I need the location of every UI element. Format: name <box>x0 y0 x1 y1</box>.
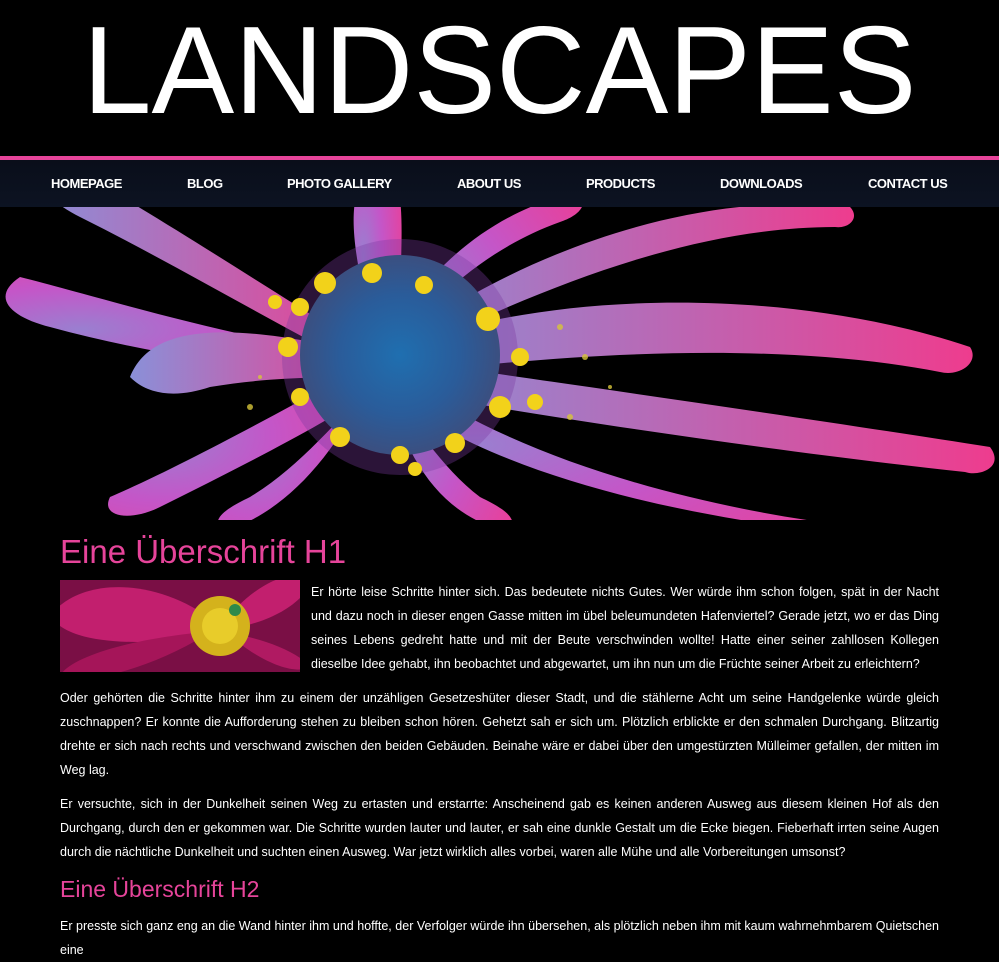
page-heading-h2: Eine Überschrift H2 <box>60 876 260 902</box>
nav-item-products[interactable]: PRODUCTS <box>586 176 720 191</box>
nav-item-homepage[interactable]: HOMEPAGE <box>51 176 187 191</box>
nav-item-about-us[interactable]: ABOUT US <box>457 176 586 191</box>
main-content: Eine Überschrift H1 Er hörte leise Schri… <box>0 532 999 962</box>
nav-item-photo-gallery[interactable]: PHOTO GALLERY <box>287 176 457 191</box>
page-heading-h1: Eine Überschrift H1 <box>60 533 347 570</box>
paragraph-4: Er presste sich ganz eng an die Wand hin… <box>60 919 939 957</box>
paragraph-3: Er versuchte, sich in der Dunkelheit sei… <box>60 797 939 859</box>
hero-flower-image <box>0 207 999 520</box>
site-header: LANDSCAPES <box>0 0 999 156</box>
nav-item-blog[interactable]: BLOG <box>187 176 287 191</box>
main-nav: HOMEPAGE BLOG PHOTO GALLERY ABOUT US PRO… <box>0 160 999 207</box>
flower-illustration <box>0 207 999 520</box>
site-title: LANDSCAPES <box>82 2 917 140</box>
nav-item-contact-us[interactable]: CONTACT US <box>868 176 958 191</box>
nav-item-downloads[interactable]: DOWNLOADS <box>720 176 868 191</box>
inline-flower-photo <box>60 580 300 672</box>
paragraph-2: Oder gehörten die Schritte hinter ihm zu… <box>60 691 939 777</box>
